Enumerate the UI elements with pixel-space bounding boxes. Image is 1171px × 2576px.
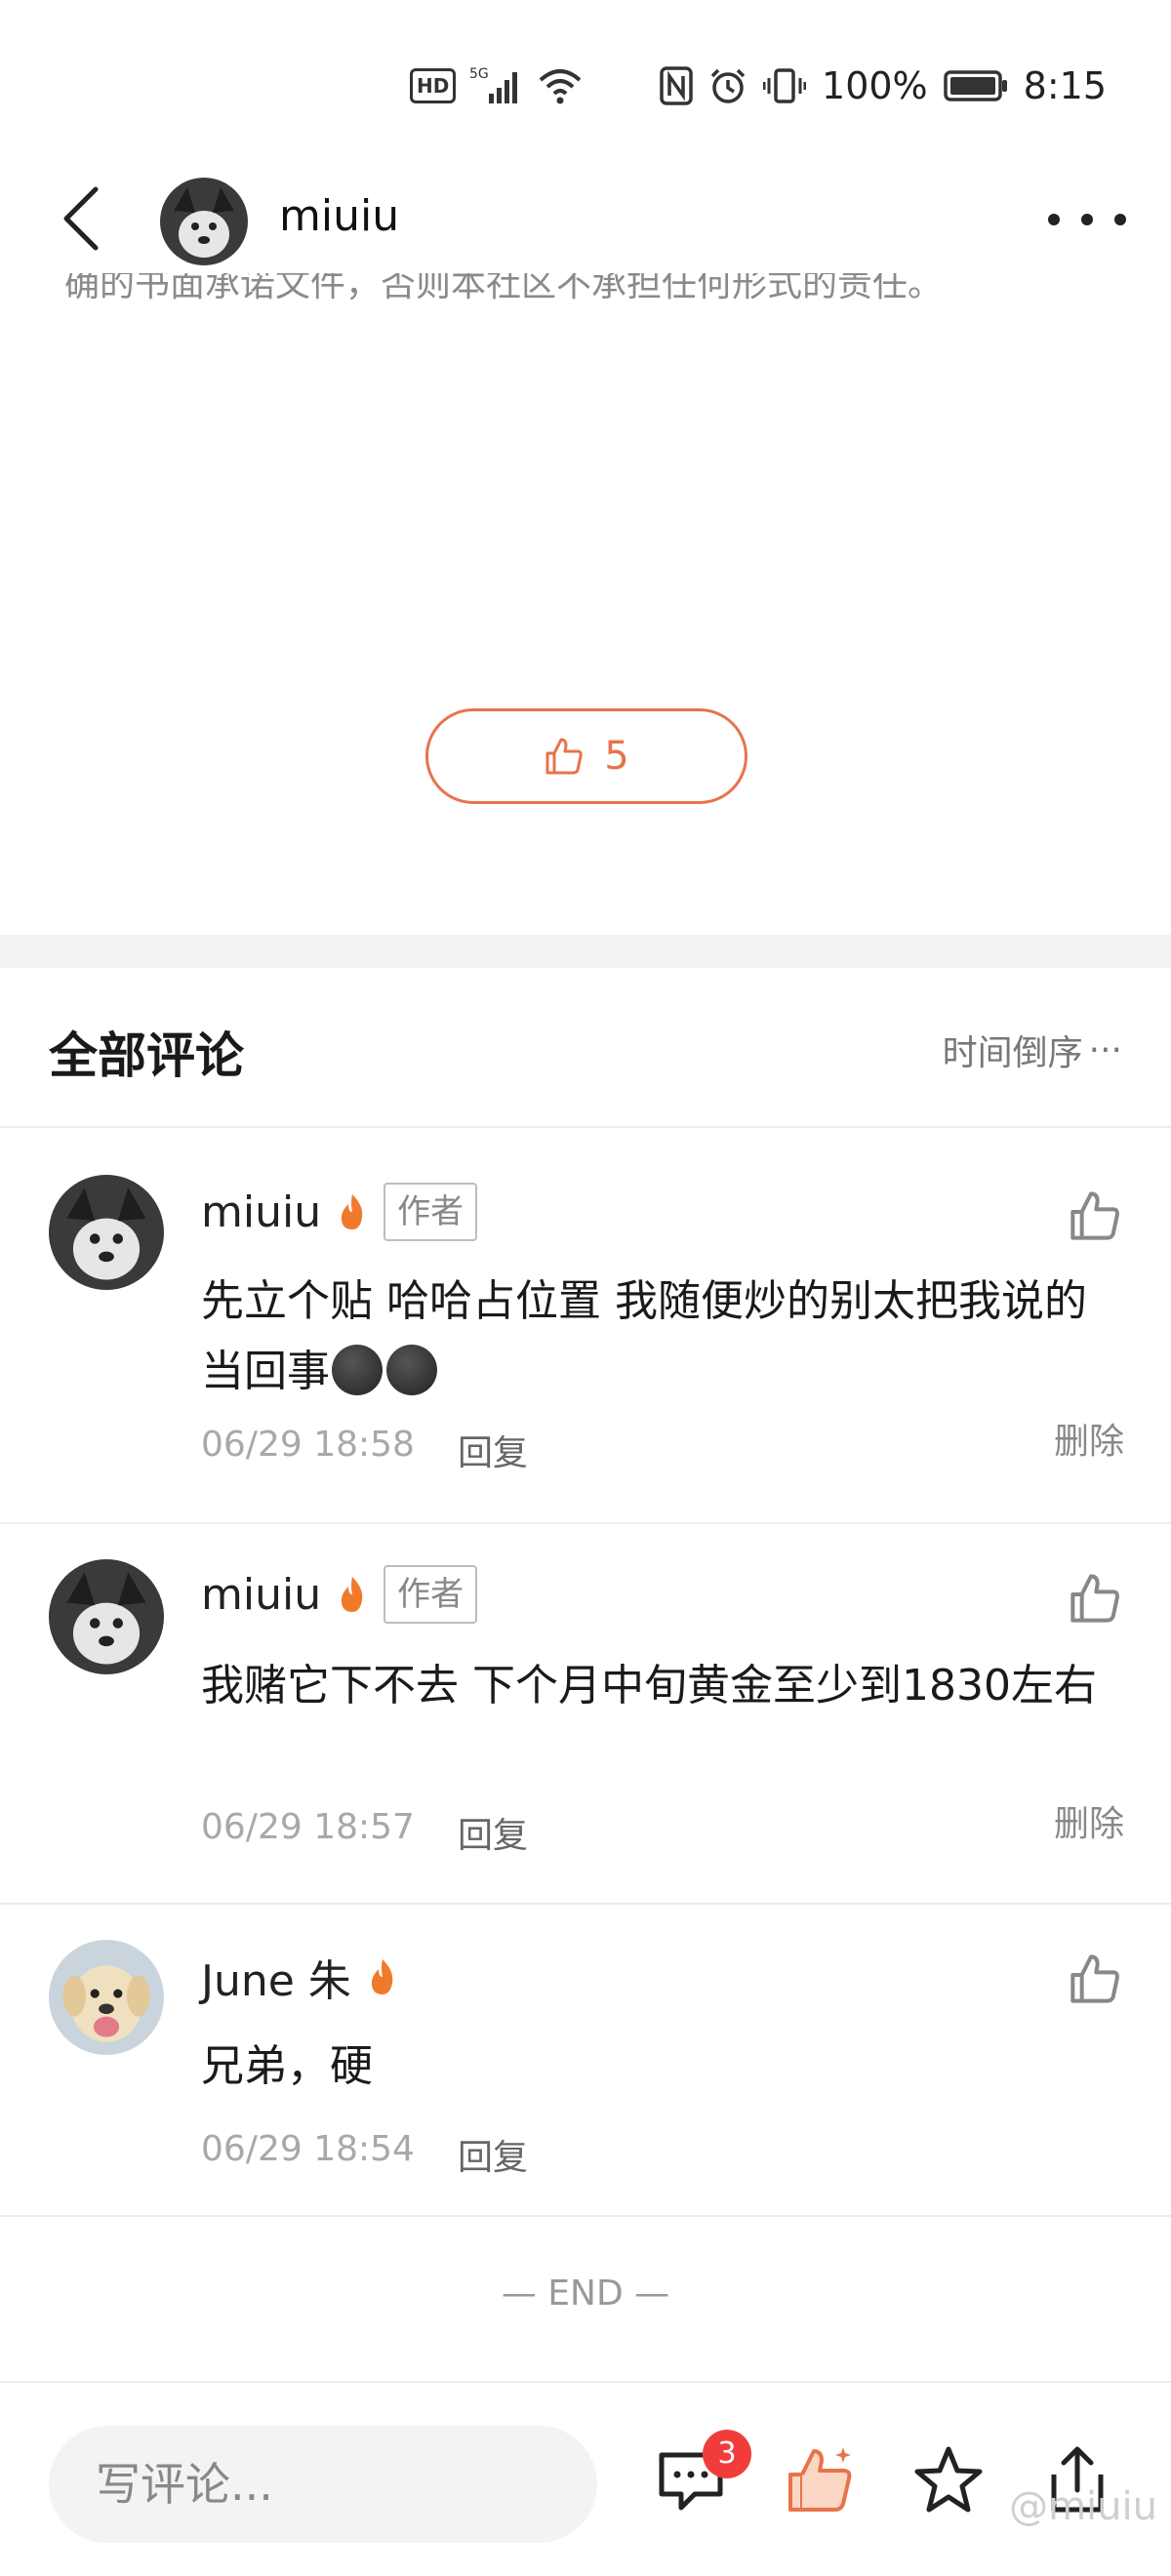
comment-meta: 06/29 18:54 回复: [201, 2129, 528, 2180]
comment-like-icon[interactable]: [1068, 1188, 1122, 1243]
comment-name-row: miuiu 作者: [201, 1183, 478, 1241]
reply-button[interactable]: 回复: [458, 1425, 528, 1475]
comment-input[interactable]: 写评论...: [49, 2426, 597, 2543]
status-bar: HD 5G 100% 8:15: [0, 0, 1171, 166]
header-username[interactable]: miuiu: [279, 191, 399, 241]
flame-badge-icon: [341, 1577, 363, 1612]
flame-badge-icon: [341, 1194, 363, 1229]
delete-button[interactable]: 删除: [1054, 1795, 1124, 1846]
alarm-icon: [710, 68, 746, 103]
comment-name-row: June 朱: [201, 1946, 400, 2008]
back-icon[interactable]: [49, 180, 117, 258]
clock: 8:15: [1023, 64, 1107, 107]
bottom-bar: 写评论... 3 @miuiu: [0, 2381, 1171, 2576]
comment-like-icon[interactable]: [1068, 1571, 1122, 1626]
smirk-emoji-icon: [386, 1345, 437, 1395]
battery-percent: 100%: [822, 64, 928, 107]
reply-button[interactable]: 回复: [458, 1807, 528, 1858]
smirk-emoji-icon: [332, 1345, 383, 1395]
comment-item: miuiu 作者 我赌它下不去 下个月中旬黄金至少到1830左右 06/29 1…: [0, 1524, 1171, 1905]
top-nav: miuiu: [0, 166, 1171, 273]
comment-count-badge: 3: [703, 2430, 751, 2478]
svg-text:5G: 5G: [469, 66, 489, 82]
post-like-button[interactable]: 5: [425, 708, 747, 804]
comments-header: 全部评论 时间倒序 ···: [0, 968, 1171, 1128]
status-right: 100% 8:15: [660, 60, 1107, 111]
like-icon[interactable]: [781, 2441, 859, 2519]
comment-username[interactable]: miuiu: [201, 1570, 321, 1620]
star-icon[interactable]: [909, 2441, 988, 2519]
comment-meta: 06/29 18:57 回复: [201, 1807, 528, 1858]
comment-text: 兄弟，硬: [201, 2041, 373, 2091]
end-marker: — END —: [501, 2274, 670, 2314]
comment-meta: 06/29 18:58 回复: [201, 1425, 528, 1475]
delete-button[interactable]: 删除: [1054, 1413, 1124, 1464]
post-like-count: 5: [604, 734, 629, 779]
comment-name-row: miuiu 作者: [201, 1565, 478, 1624]
comment-avatar[interactable]: [49, 1940, 164, 2055]
more-icon[interactable]: [1048, 195, 1126, 244]
nfc-icon: [660, 66, 693, 105]
comment-time: 06/29 18:57: [201, 1807, 415, 1847]
comment-time: 06/29 18:58: [201, 1425, 415, 1465]
comment-item: miuiu 作者 先立个贴 哈哈占位置 我随便炒的别太把我说的当回事 06/29…: [0, 1130, 1171, 1524]
author-tag: 作者: [384, 1565, 478, 1624]
watermark: @miuiu: [1009, 2484, 1157, 2529]
comment-item: June 朱 兄弟，硬 06/29 18:54 回复: [0, 1905, 1171, 2217]
vibrate-icon: [763, 68, 807, 103]
signal-icon: 5G: [469, 66, 518, 103]
thumbs-up-icon: [545, 738, 583, 775]
comment-text: 我赌它下不去 下个月中旬黄金至少到1830左右: [201, 1661, 1097, 1711]
comment-avatar[interactable]: [49, 1175, 164, 1290]
author-tag: 作者: [384, 1183, 478, 1241]
wifi-icon: [540, 69, 582, 104]
comment-username[interactable]: June 朱: [201, 1946, 351, 2008]
comment-like-icon[interactable]: [1068, 1952, 1122, 2006]
comments-title: 全部评论: [49, 1027, 244, 1084]
avatar[interactable]: [160, 178, 248, 265]
section-divider: [0, 935, 1171, 968]
flame-badge-icon: [371, 1959, 393, 1994]
comment-text: 先立个贴 哈哈占位置 我随便炒的别太把我说的当回事: [201, 1267, 1099, 1407]
comment-avatar[interactable]: [49, 1559, 164, 1674]
sort-more: ···: [1088, 1029, 1122, 1070]
sort-button[interactable]: 时间倒序 ···: [943, 1025, 1122, 1075]
comment-time: 06/29 18:54: [201, 2129, 415, 2169]
comment-username[interactable]: miuiu: [201, 1187, 321, 1237]
reply-button[interactable]: 回复: [458, 2129, 528, 2180]
hd-icon: HD: [410, 68, 457, 103]
battery-icon: [943, 70, 1007, 101]
sort-label: 时间倒序: [942, 1033, 1083, 1073]
status-left-icons: HD 5G: [410, 60, 583, 111]
